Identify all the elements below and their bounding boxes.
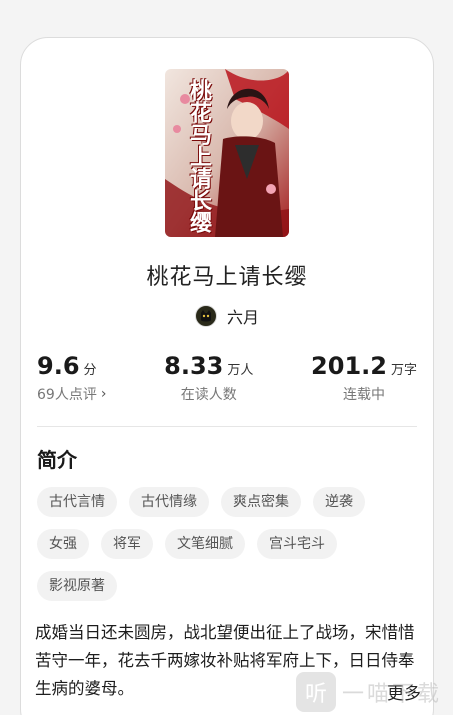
tag-chip[interactable]: 宫斗宅斗 bbox=[257, 529, 337, 559]
serial-status: 连载中 bbox=[343, 387, 386, 403]
tag-chip[interactable]: 文笔细腻 bbox=[165, 529, 245, 559]
intro-heading: 简介 bbox=[37, 448, 77, 472]
divider bbox=[37, 426, 417, 427]
tag-chip[interactable]: 将军 bbox=[101, 529, 153, 559]
readers-unit: 万人 bbox=[227, 363, 254, 378]
tag-chip[interactable]: 古代言情 bbox=[37, 487, 117, 517]
review-count: 69人点评 bbox=[37, 387, 97, 403]
tag-chip[interactable]: 影视原著 bbox=[37, 571, 117, 601]
wordcount-stat: 201.2 万字 连载中 bbox=[311, 352, 417, 404]
book-title: 桃花马上请长缨 bbox=[146, 265, 308, 290]
readers-label: 在读人数 bbox=[180, 387, 237, 403]
stats-row: 9.6 分 69人点评 › 8.33 万人 在读人数 201.2 万字 连载中 bbox=[37, 352, 417, 404]
tag-list: 古代言情 古代情缘 爽点密集 逆袭 女强 将军 文笔细腻 宫斗宅斗 影视原著 bbox=[37, 487, 417, 601]
book-detail-card: 桃花马上请长缨 桃花马上请长缨 六月 9.6 分 69人点评 › 8.33 万人… bbox=[20, 37, 434, 715]
readers-stat: 8.33 万人 在读人数 bbox=[164, 352, 253, 404]
cat-avatar-icon bbox=[200, 310, 211, 322]
wordcount-unit: 万字 bbox=[390, 363, 417, 378]
wordcount-value: 201.2 bbox=[311, 352, 387, 380]
watermark: 听 一喵下载 bbox=[296, 672, 442, 712]
tag-chip[interactable]: 爽点密集 bbox=[221, 487, 301, 517]
author-avatar bbox=[194, 305, 217, 327]
book-cover[interactable]: 桃花马上请长缨 bbox=[165, 69, 289, 237]
rating-value: 9.6 bbox=[37, 352, 80, 380]
chevron-right-icon: › bbox=[100, 386, 107, 402]
tag-chip[interactable]: 女强 bbox=[37, 529, 89, 559]
tag-chip[interactable]: 逆袭 bbox=[313, 487, 365, 517]
readers-value: 8.33 bbox=[164, 352, 224, 380]
rating-unit: 分 bbox=[83, 363, 97, 378]
rating-stat[interactable]: 9.6 分 69人点评 › bbox=[37, 352, 106, 404]
watermark-logo: 听 bbox=[296, 672, 336, 712]
author-row[interactable]: 六月 bbox=[21, 304, 433, 328]
author-name: 六月 bbox=[226, 308, 259, 327]
watermark-text: 一喵下载 bbox=[342, 682, 443, 707]
cover-title-text: 桃花马上请长缨 bbox=[186, 79, 212, 233]
tag-chip[interactable]: 古代情缘 bbox=[129, 487, 209, 517]
